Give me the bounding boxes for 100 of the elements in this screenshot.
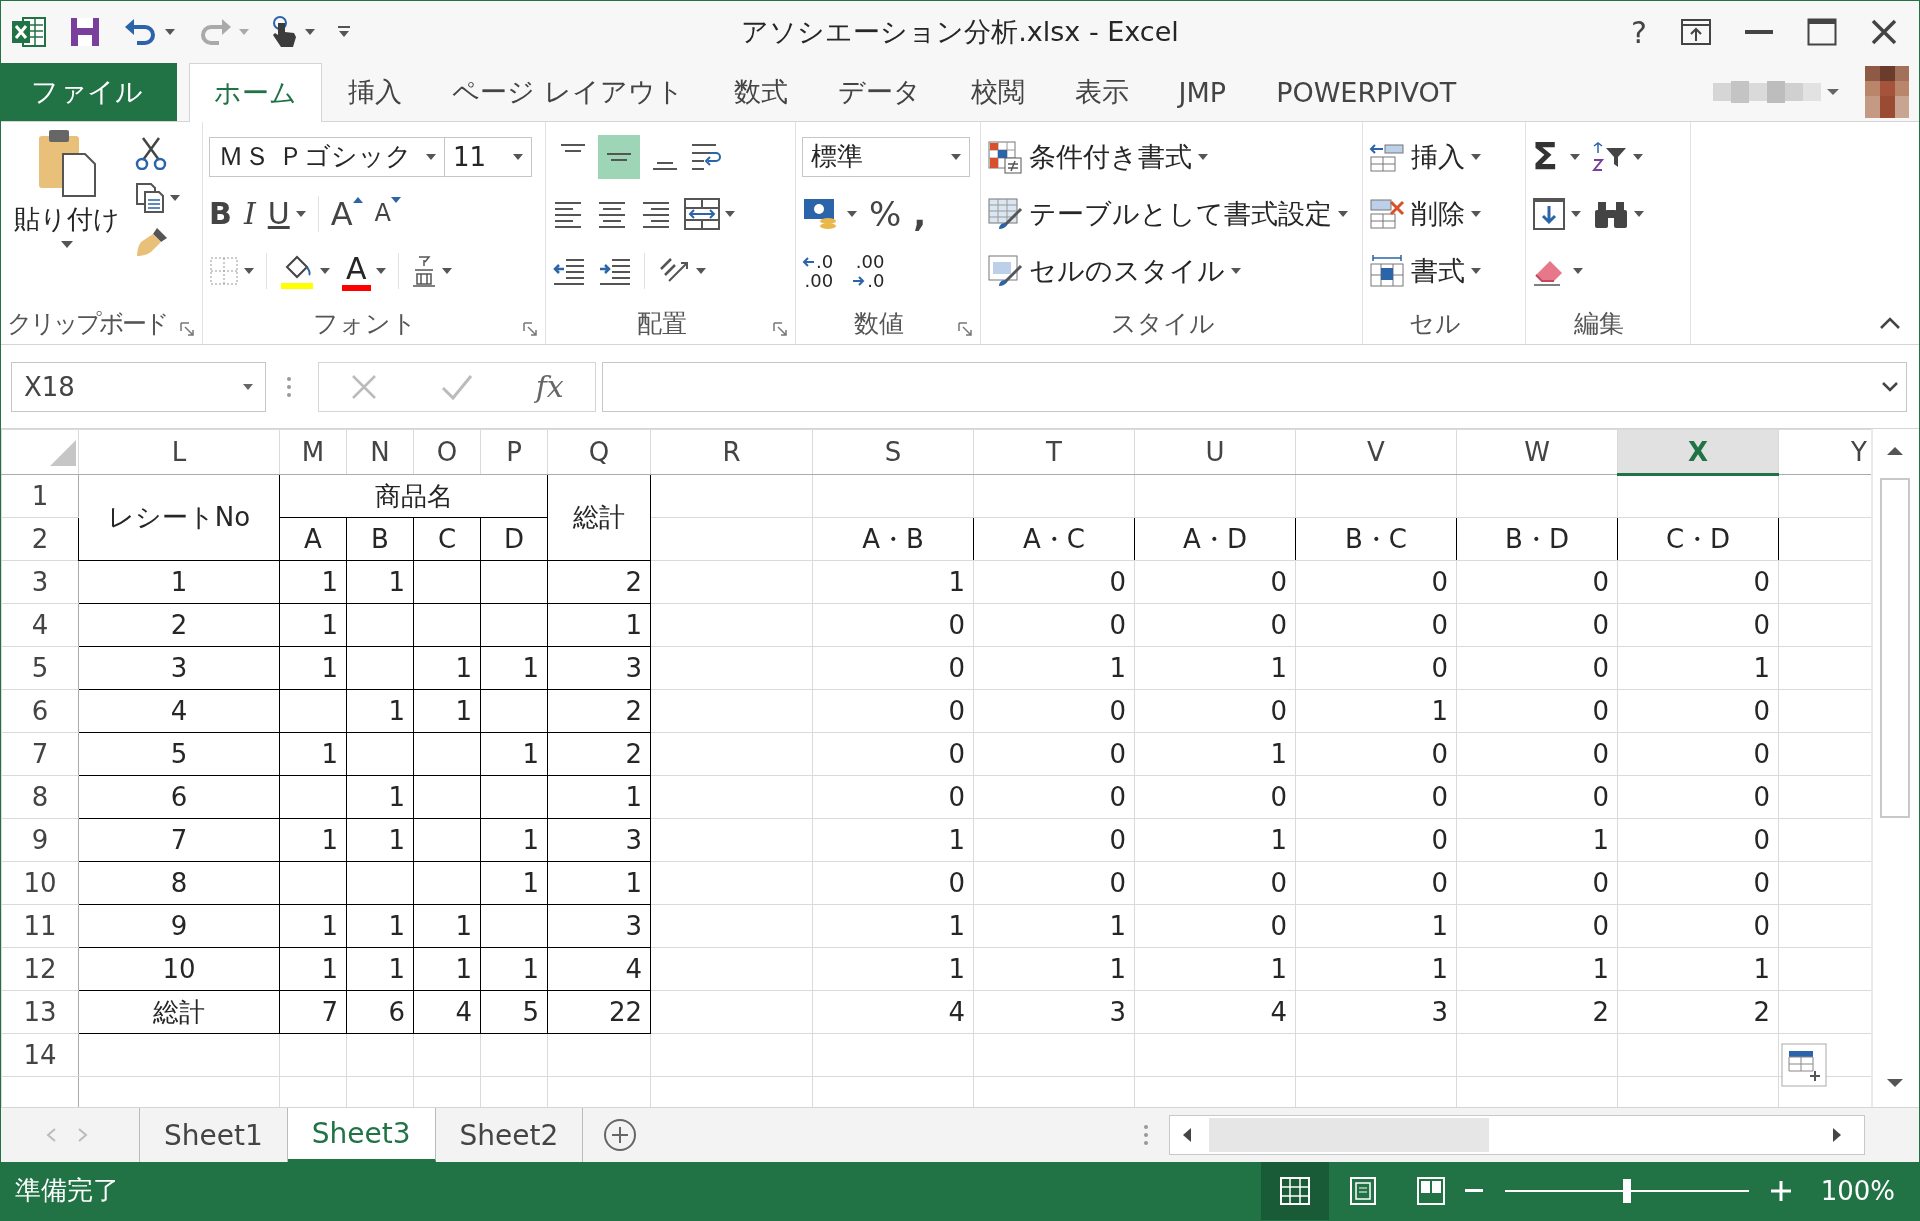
caret-icon[interactable] (725, 211, 735, 218)
zoom-slider-thumb[interactable] (1622, 1179, 1631, 1203)
decrease-indent-icon[interactable] (552, 256, 586, 287)
caret-icon[interactable] (1573, 268, 1583, 275)
italic-button[interactable]: I (243, 196, 256, 232)
column-header[interactable]: N (346, 429, 414, 475)
row-header[interactable]: 12 (1, 947, 79, 991)
save-icon[interactable] (69, 16, 101, 49)
horizontal-scrollbar[interactable] (1169, 1115, 1865, 1156)
comma-button[interactable]: , (913, 194, 927, 234)
caret-icon[interactable] (295, 211, 306, 218)
row-header[interactable]: 10 (1, 861, 79, 905)
row-header[interactable]: 2 (1, 517, 79, 561)
spreadsheet-logo-icon[interactable] (11, 15, 47, 50)
caret-icon[interactable] (244, 268, 254, 275)
drag-handle-icon[interactable] (1143, 1124, 1149, 1147)
align-right-icon[interactable] (640, 199, 672, 230)
customize-toolbar-icon[interactable] (337, 26, 351, 39)
caret-icon[interactable] (243, 383, 253, 390)
row-header[interactable]: 1 (1, 474, 79, 518)
align-left-icon[interactable] (552, 199, 584, 230)
bold-button[interactable]: B (209, 196, 232, 232)
quick-analysis-icon[interactable] (1781, 1043, 1827, 1088)
ribbon-tab[interactable]: ページ レイアウト (428, 63, 708, 121)
caret-icon[interactable] (320, 268, 330, 275)
underline-button[interactable]: U (267, 196, 290, 232)
caret-icon[interactable] (61, 241, 73, 248)
paste-button[interactable]: 貼り付け (14, 202, 120, 237)
expand-formula-bar-icon[interactable] (1881, 380, 1899, 393)
caret-icon[interactable] (165, 29, 175, 36)
ribbon-tab[interactable]: POWERPIVOT (1252, 63, 1481, 121)
font-size-dropdown[interactable]: 11 (444, 136, 532, 177)
dialog-launcher-icon[interactable] (773, 322, 787, 337)
caret-icon[interactable] (1471, 268, 1481, 275)
zoom-level[interactable]: 100% (1820, 1176, 1895, 1206)
insert-function-button[interactable]: fx (535, 369, 564, 405)
column-header[interactable]: X (1617, 429, 1779, 475)
align-center-icon[interactable] (596, 199, 628, 230)
row-header[interactable]: 11 (1, 904, 79, 948)
shrink-font-button[interactable]: A (374, 200, 391, 228)
font-color-button[interactable]: A (342, 251, 371, 291)
column-header[interactable]: T (973, 429, 1135, 475)
column-header[interactable]: Y (1778, 429, 1871, 475)
paint-bucket-icon[interactable] (279, 253, 315, 290)
caret-icon[interactable] (1198, 153, 1208, 160)
row-header[interactable]: 5 (1, 646, 79, 690)
zoom-in-icon[interactable] (1770, 1181, 1791, 1201)
collapse-ribbon-icon[interactable] (1879, 316, 1901, 331)
number-format-dropdown[interactable]: 標準 (802, 136, 970, 177)
sheet-tab[interactable]: Sheet1 (140, 1108, 288, 1162)
caret-icon[interactable] (696, 268, 706, 275)
down-triangle-icon[interactable] (391, 197, 401, 204)
cell-brush-icon[interactable] (987, 254, 1023, 289)
row-header[interactable]: 8 (1, 775, 79, 819)
caret-icon[interactable] (951, 153, 961, 160)
right-arrow-icon[interactable] (853, 276, 866, 287)
dialog-launcher-icon[interactable] (958, 322, 972, 337)
row-header[interactable]: 4 (1, 603, 79, 647)
column-header[interactable]: P (480, 429, 548, 475)
drag-handle-icon[interactable] (286, 375, 292, 398)
touch-hand-icon[interactable] (271, 15, 299, 50)
caret-icon[interactable] (847, 211, 857, 218)
caret-icon[interactable] (1569, 153, 1580, 160)
copy-icon[interactable] (135, 182, 165, 214)
grid-view-icon[interactable] (1260, 1162, 1329, 1220)
zoom-out-icon[interactable] (1464, 1189, 1483, 1193)
phonetic-guide-icon[interactable] (410, 254, 437, 289)
sheet-tab[interactable]: Sheet2 (435, 1108, 584, 1162)
ribbon-button[interactable]: 挿入 (1411, 138, 1465, 175)
caret-icon[interactable] (1231, 268, 1241, 275)
caret-icon[interactable] (1632, 153, 1643, 160)
column-header[interactable]: S (812, 429, 974, 475)
row-header[interactable]: 13 (1, 990, 79, 1034)
ribbon-button[interactable]: 書式 (1411, 253, 1465, 290)
table-brush-icon[interactable] (987, 197, 1023, 232)
row-header[interactable]: 3 (1, 560, 79, 604)
caret-icon[interactable] (1634, 211, 1644, 218)
help-button[interactable]: ? (1631, 14, 1647, 50)
autosum-button[interactable]: Σ (1532, 135, 1558, 178)
column-header[interactable]: R (650, 429, 813, 475)
ribbon-tab[interactable]: データ (813, 63, 945, 121)
increase-decimal-button[interactable]: .0 (816, 251, 834, 272)
caret-icon[interactable] (170, 195, 180, 201)
add-sheet-icon[interactable] (603, 1118, 638, 1153)
row-header[interactable]: 14 (1, 1033, 79, 1077)
decrease-decimal-button[interactable]: .00 (855, 251, 885, 272)
formula-input[interactable] (602, 361, 1907, 412)
dialog-launcher-icon[interactable] (523, 322, 537, 337)
caret-icon[interactable] (1471, 211, 1481, 218)
ribbon-button[interactable]: 条件付き書式 (1029, 138, 1192, 175)
caret-icon[interactable] (441, 268, 452, 275)
column-header[interactable]: M (279, 429, 347, 475)
font-name-dropdown[interactable]: ＭＳ Ｐゴシック (209, 136, 445, 177)
fill-down-icon[interactable] (1532, 197, 1566, 232)
brush-icon[interactable] (135, 226, 169, 258)
name-box[interactable]: X18 (11, 361, 266, 412)
ribbon-button[interactable]: 削除 (1411, 196, 1465, 233)
ribbon-tab[interactable]: 数式 (709, 63, 812, 121)
left-arrow-icon[interactable] (802, 256, 814, 267)
delete-cells-icon[interactable] (1369, 198, 1405, 231)
